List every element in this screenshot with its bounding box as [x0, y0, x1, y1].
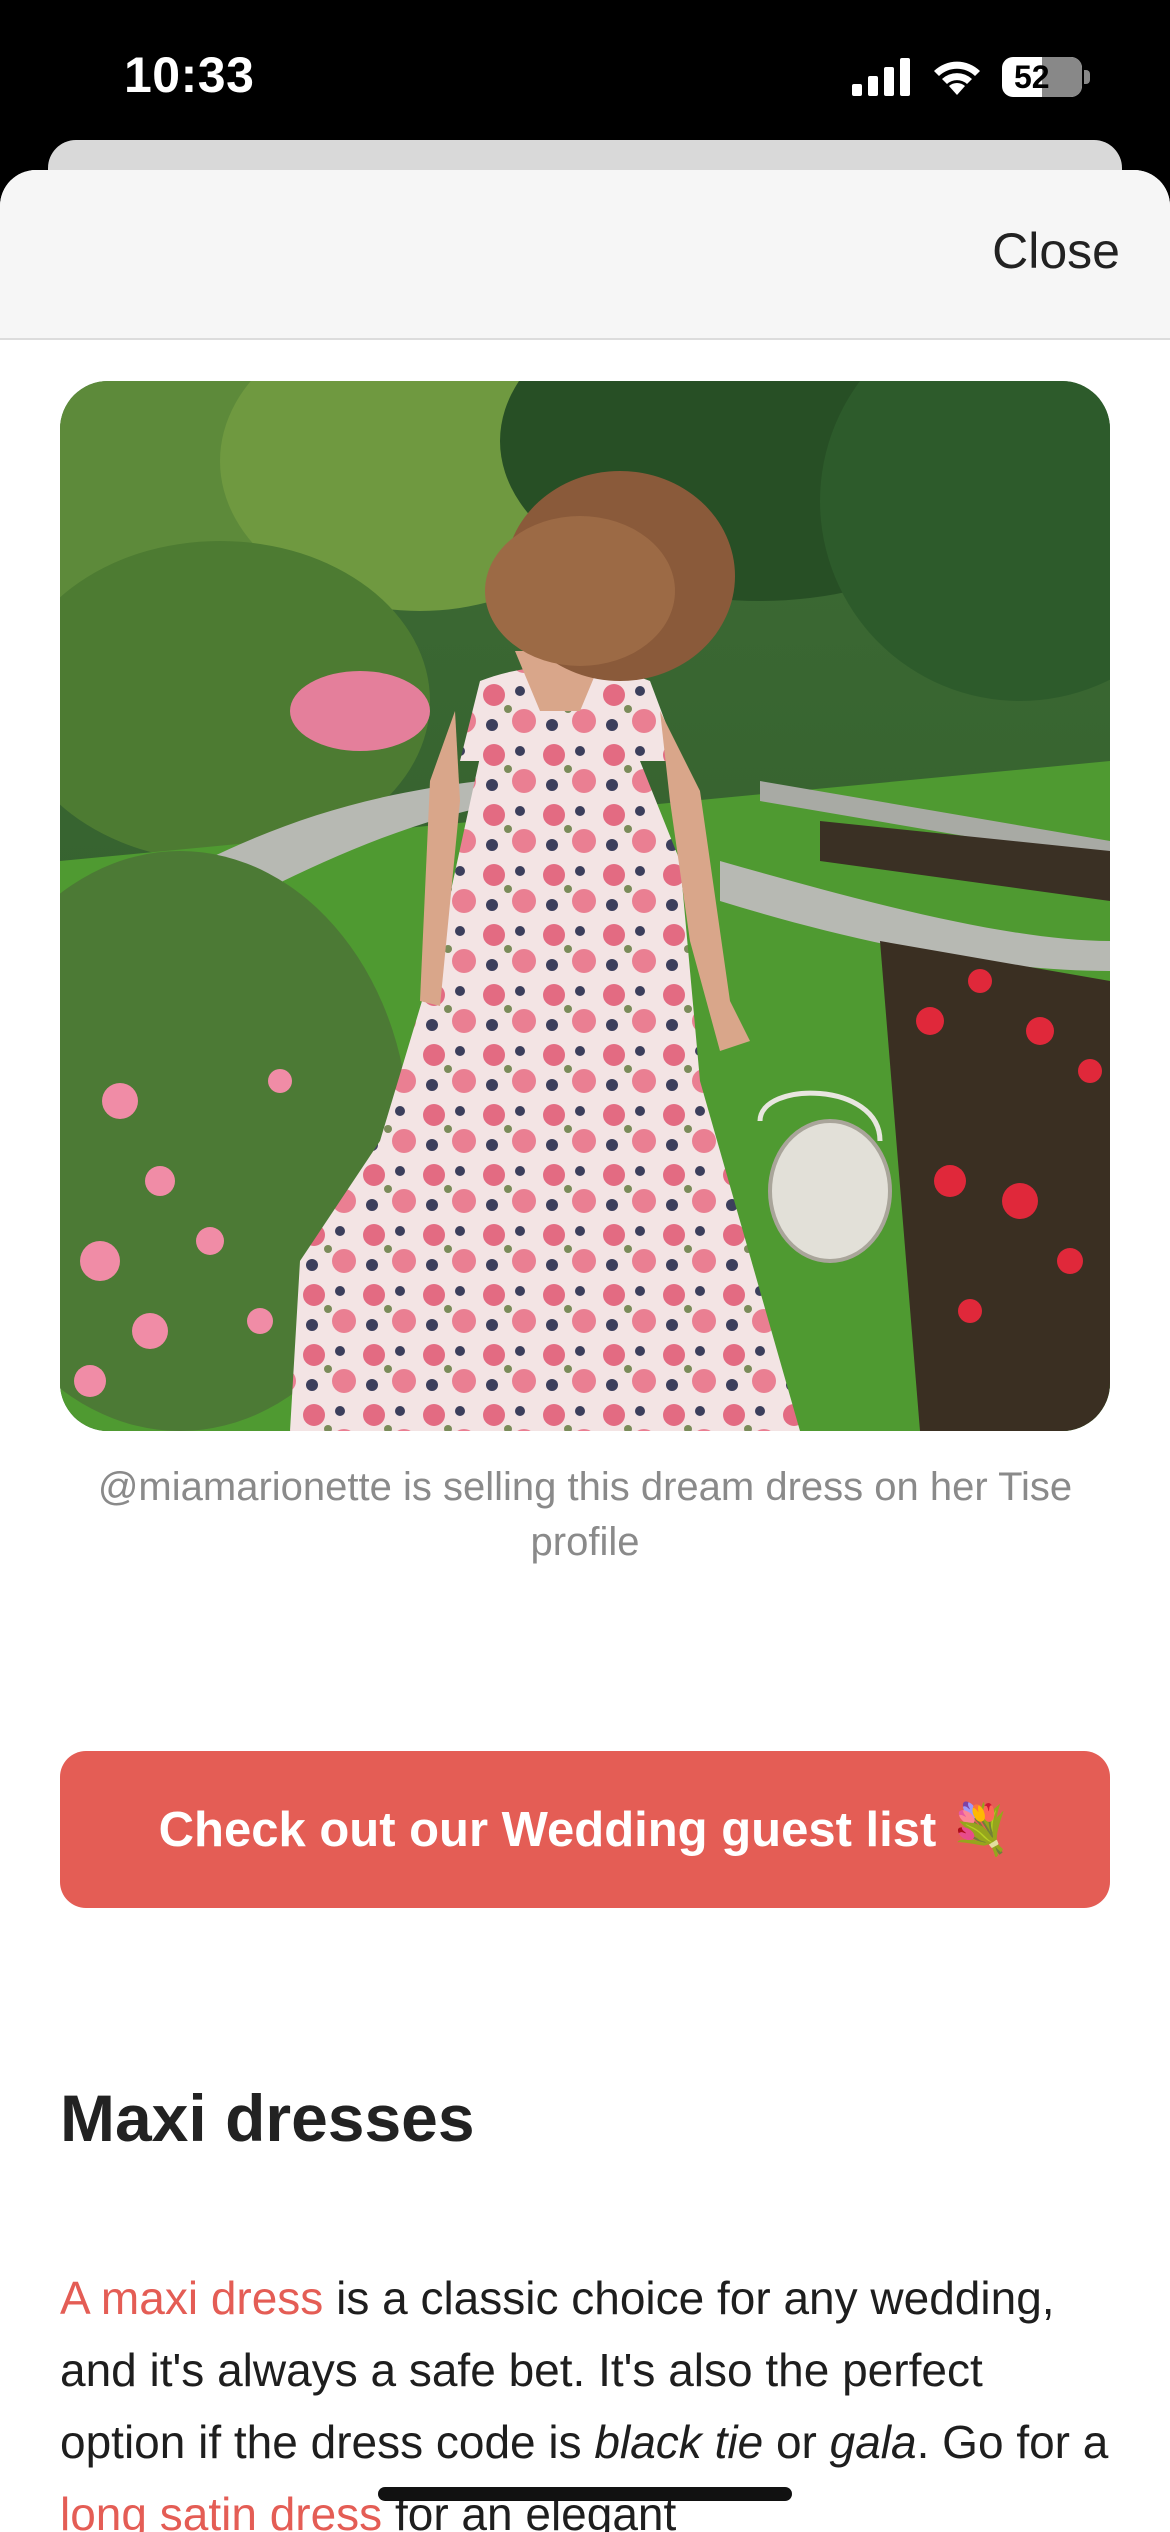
cta-label: Check out our Wedding guest list [158, 1802, 937, 1857]
section-title: Maxi dresses [60, 2081, 475, 2155]
home-indicator[interactable] [378, 2487, 792, 2501]
wifi-icon [934, 61, 980, 95]
paragraph-text: . Go for a [916, 2416, 1109, 2468]
status-bar: 10:33 52 [0, 0, 1170, 150]
battery-indicator: 52 [1002, 57, 1090, 97]
hero-caption: @miamarionette is selling this dream dre… [97, 1465, 1073, 1564]
hero-image [60, 381, 1110, 1431]
status-icons: 52 [852, 52, 1090, 102]
paragraph-text: or [763, 2416, 830, 2468]
woman-in-floral-dress-garden-photo [60, 381, 1110, 1431]
wedding-guest-list-button[interactable]: Check out our Wedding guest list 💐 [60, 1751, 1110, 1908]
close-button[interactable]: Close [992, 222, 1120, 280]
long-satin-dress-link[interactable]: long satin dress [60, 2488, 382, 2532]
paragraph-italic: gala [829, 2416, 917, 2468]
battery-level: 52 [1014, 59, 1050, 95]
status-time: 10:33 [124, 47, 255, 103]
cellular-signal-icon [852, 58, 910, 96]
paragraph-italic: black tie [594, 2416, 764, 2468]
modal-sheet: Close @miamarionette is selling this dre… [0, 170, 1170, 2532]
maxi-dress-link[interactable]: A maxi dress [60, 2272, 323, 2324]
bouquet-icon: 💐 [950, 1803, 1012, 1857]
sheet-header: Close [0, 170, 1170, 340]
battery-icon: 52 [1002, 57, 1082, 97]
